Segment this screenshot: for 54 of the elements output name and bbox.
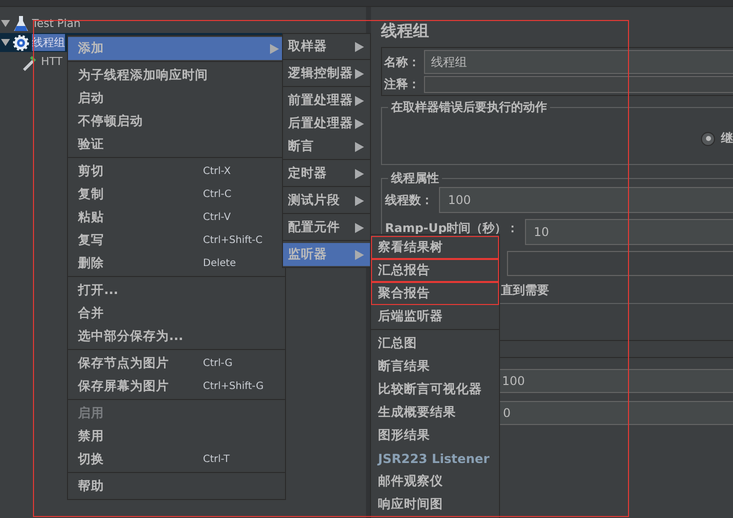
menu-item[interactable]: 前置处理器 <box>283 89 370 112</box>
duration-field[interactable] <box>507 251 733 276</box>
menu-item[interactable]: 切换 Ctrl-T <box>68 448 285 471</box>
menu-item[interactable]: 粘贴 Ctrl-V <box>68 206 285 229</box>
menu-item[interactable]: 察看结果树 <box>371 236 499 259</box>
field-label: 线程数： <box>385 192 433 208</box>
menu-item[interactable]: 断言 <box>283 135 370 158</box>
panel-title: 线程组 <box>381 21 430 42</box>
comment-field[interactable] <box>424 76 733 93</box>
menu-item[interactable]: 保存节点为图片 Ctrl-G <box>68 352 285 375</box>
menu-item[interactable]: 逻辑控制器 <box>283 62 370 85</box>
radio-label: 继 <box>721 130 733 147</box>
menu-item[interactable]: 聚合报告 <box>371 282 499 305</box>
menu-item[interactable]: 复制 Ctrl-C <box>68 183 285 206</box>
menu-item[interactable]: 删除 Delete <box>68 252 285 275</box>
radio-button[interactable] <box>701 132 715 146</box>
menu-item[interactable]: 打开... <box>68 279 285 302</box>
menu-item[interactable]: 配置元件 <box>283 216 370 239</box>
menu-item[interactable]: JSR223 Listener <box>371 447 499 470</box>
expand-caret-icon[interactable] <box>1 38 10 47</box>
expand-caret-icon[interactable] <box>1 19 10 28</box>
gear-icon <box>12 34 30 52</box>
field-label: 注释： <box>384 76 420 93</box>
name-field[interactable]: 线程组 <box>424 50 733 74</box>
menu-item[interactable]: 启动 <box>68 87 285 110</box>
menu-item[interactable]: 定时器 <box>283 162 370 185</box>
menu-item[interactable]: 选中部分保存为... <box>68 325 285 348</box>
menu-item[interactable]: 剪切 Ctrl-X <box>68 160 285 183</box>
menu-item[interactable]: 禁用 <box>68 425 285 448</box>
menu-item[interactable]: 汇总图 <box>371 332 499 355</box>
menu-item[interactable]: 复写 Ctrl+Shift-C <box>68 229 285 252</box>
field-label: Ramp-Up时间（秒）： <box>385 220 519 237</box>
menu-item[interactable]: 后端监听器 <box>371 305 499 328</box>
menu-item[interactable]: 验证 <box>68 133 285 156</box>
group-title: 线程属性 <box>388 170 442 187</box>
rampup-field[interactable]: 10 <box>524 219 733 245</box>
menu-item[interactable]: 后置处理器 <box>283 112 370 135</box>
menu-item[interactable]: 汇总报告 <box>371 259 499 282</box>
menu-item[interactable]: 为子线程添加响应时间 <box>68 64 285 87</box>
group-title: 在取样器错误后要执行的动作 <box>388 99 550 116</box>
field-label: 名称： <box>384 54 420 70</box>
menu-item[interactable]: 测试片段 <box>283 189 370 212</box>
checkbox-label: 直到需要 <box>501 282 549 299</box>
menu-item[interactable]: 取样器 <box>283 35 370 58</box>
flask-icon <box>12 14 30 32</box>
menu-item[interactable]: 保存屏幕为图片 Ctrl+Shift-G <box>68 375 285 398</box>
menu-item[interactable]: 响应时间图 <box>371 493 499 516</box>
menu-item[interactable]: 不停顿启动 <box>68 110 285 133</box>
tree-item[interactable]: HTT <box>41 54 63 69</box>
menu-item[interactable]: 合并 <box>68 302 285 325</box>
threads-field[interactable]: 100 <box>439 187 733 213</box>
menu-item[interactable]: 帮助 <box>68 475 285 498</box>
menu-item[interactable]: 图形结果 <box>371 424 499 447</box>
menu-item[interactable]: 邮件观察仪 <box>371 470 499 493</box>
